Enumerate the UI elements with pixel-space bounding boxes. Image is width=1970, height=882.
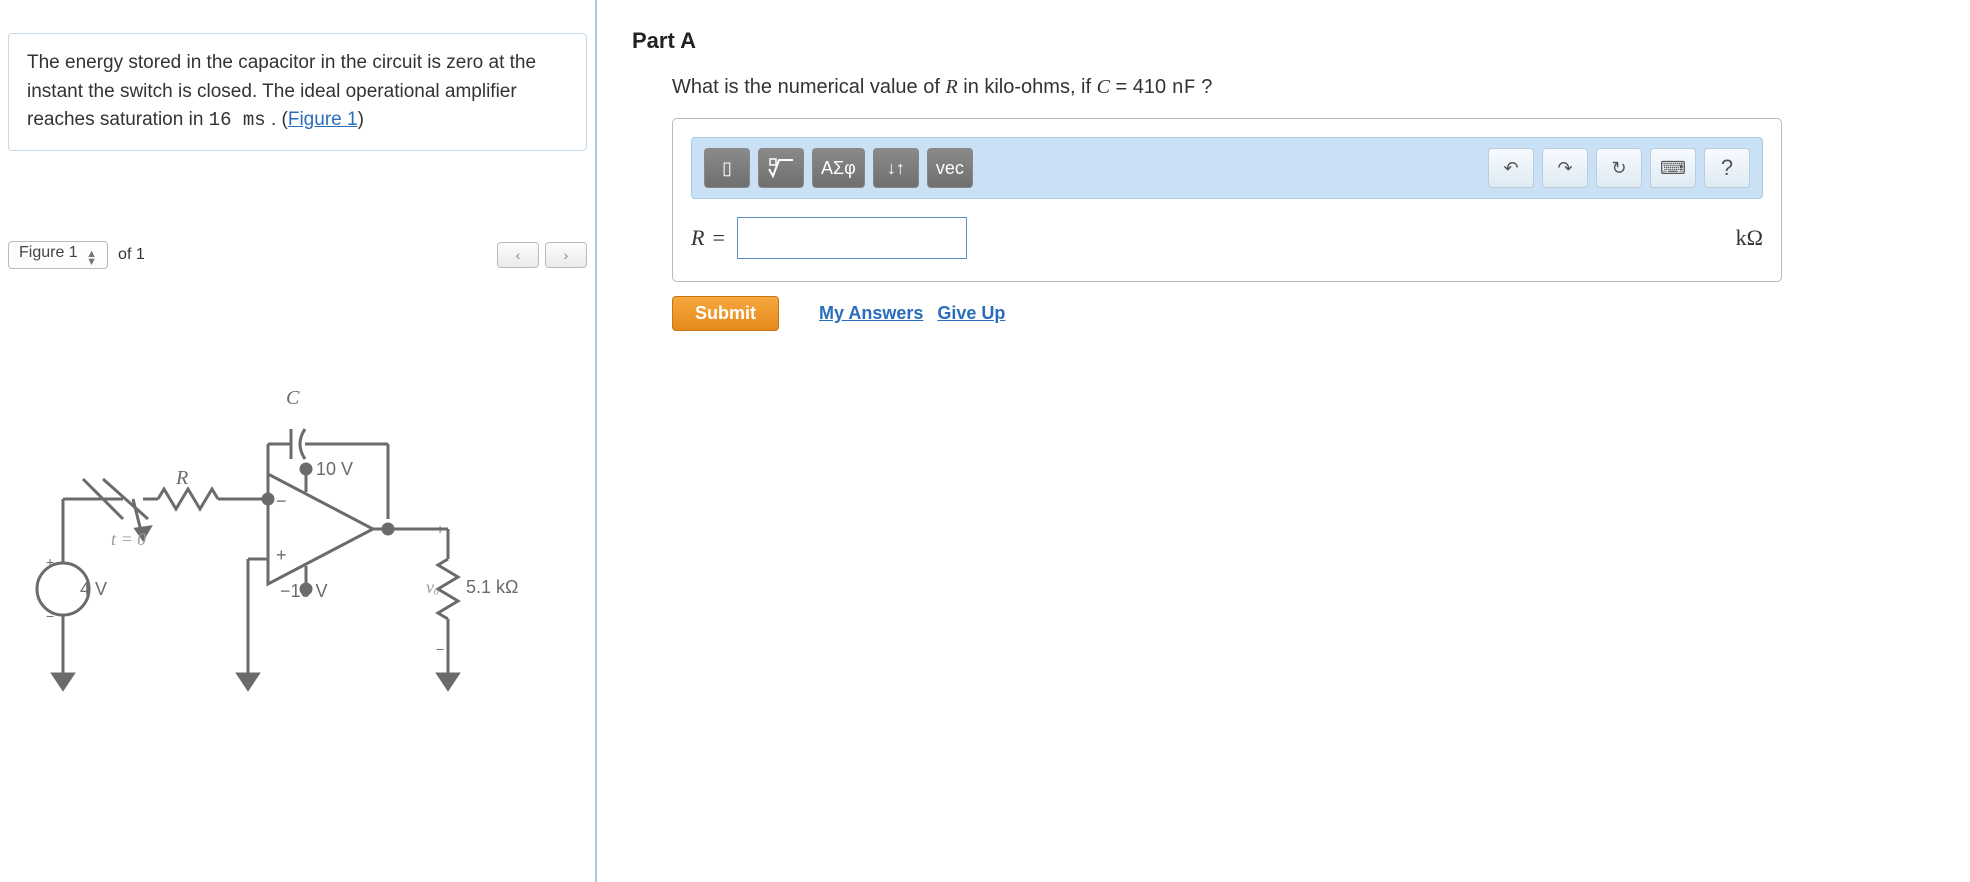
tool-keyboard-button[interactable]: ⌨ [1650,148,1696,188]
keyboard-icon: ⌨ [1660,158,1686,179]
circuit-label-vo: vₒ [426,577,439,598]
circuit-figure: − + + − + − C R t = 0 4 V 10 V −10 V vₒ … [8,329,568,759]
template-icon: ▯ [722,158,732,179]
figure-label[interactable]: Figure 1 ▲▼ [8,241,108,269]
tool-vec-button[interactable]: vec [927,148,973,188]
svg-text:−: − [276,491,287,511]
part-title: Part A [632,28,1935,54]
redo-icon: ↷ [1557,158,1572,179]
reset-icon: ↻ [1611,158,1626,179]
circuit-label-vminus: −10 V [280,581,328,602]
problem-text-end: ) [358,109,364,130]
root-icon [767,157,795,179]
tool-subsup-button[interactable]: ↓↑ [873,148,919,188]
answer-eq: = [712,225,724,251]
circuit-label-C: C [286,387,299,410]
tool-greek-button[interactable]: ΑΣφ [812,148,865,188]
svg-text:+: + [46,554,54,570]
circuit-label-R: R [176,467,188,490]
tool-reset-button[interactable]: ↻ [1596,148,1642,188]
circuit-label-source: 4 V [80,579,107,600]
circuit-label-t0: t = 0 [111,529,146,550]
svg-text:−: − [46,608,54,624]
problem-text-suffix: . ( [266,109,288,130]
problem-statement: The energy stored in the capacitor in th… [8,33,587,151]
tool-help-button[interactable]: ? [1704,148,1750,188]
tool-redo-button[interactable]: ↷ [1542,148,1588,188]
answer-row: R = kΩ [673,217,1781,281]
tool-undo-button[interactable]: ↶ [1488,148,1534,188]
answer-input[interactable] [737,217,967,259]
figure-next-button[interactable]: › [545,242,587,268]
var-C: C [1097,76,1110,98]
circuit-label-load: 5.1 kΩ [466,577,518,598]
svg-text:+: + [436,521,444,537]
figure-link[interactable]: Figure 1 [288,109,358,130]
figure-of-text: of 1 [118,246,145,264]
svg-text:−: − [436,641,444,657]
figure-prev-button[interactable]: ‹ [497,242,539,268]
svg-text:+: + [276,545,287,565]
problem-time-value: 16 ms [209,109,266,131]
help-icon: ? [1721,155,1733,181]
part-question: What is the numerical value of R in kilo… [672,76,1935,100]
actions-row: Submit My Answers Give Up [672,296,1935,331]
answer-unit: kΩ [1736,225,1763,251]
var-R: R [945,76,957,98]
answer-box: ▯ ΑΣφ ↓↑ vec ↶ ↷ ↻ ⌨ ? R = kΩ [672,118,1782,282]
figure-stepper-icon: ▲▼ [86,250,97,266]
circuit-label-vplus: 10 V [316,459,353,480]
tool-template-button[interactable]: ▯ [704,148,750,188]
give-up-link[interactable]: Give Up [937,303,1005,324]
tool-root-button[interactable] [758,148,804,188]
my-answers-link[interactable]: My Answers [819,303,923,324]
equation-toolbar: ▯ ΑΣφ ↓↑ vec ↶ ↷ ↻ ⌨ ? [691,137,1763,199]
undo-icon: ↶ [1503,158,1518,179]
submit-button[interactable]: Submit [672,296,779,331]
figure-navigation: Figure 1 ▲▼ of 1 ‹ › [8,241,587,269]
answer-lhs: R [691,225,704,251]
